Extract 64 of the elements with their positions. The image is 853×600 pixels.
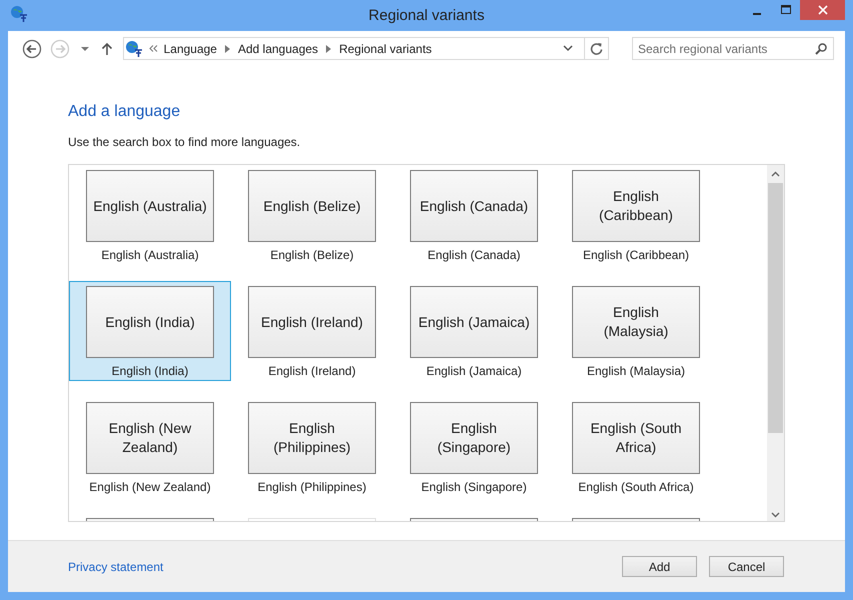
dialog-button[interactable]: Cancel <box>709 556 784 577</box>
search-icon <box>815 43 827 55</box>
up-arrow-icon <box>100 42 113 56</box>
language-tile[interactable]: English (Belize) <box>248 170 376 242</box>
globe-icon <box>124 40 143 58</box>
language-item[interactable]: English (Ireland) English (Ireland) <box>231 281 393 381</box>
breadcrumb-arrow-icon <box>224 44 230 52</box>
chevrons-icon <box>148 45 158 52</box>
breadcrumb[interactable]: Add languages <box>238 42 318 56</box>
language-tile[interactable]: English (Ireland) <box>248 286 376 358</box>
close-icon <box>818 5 828 15</box>
scroll-up-icon[interactable] <box>771 171 780 177</box>
language-item[interactable]: English (Malaysia) English (Malaysia) <box>555 281 717 381</box>
page-heading: Add a language <box>68 103 182 121</box>
language-caption: English (South Africa) <box>578 480 694 494</box>
globe-icon <box>10 4 28 22</box>
search-field[interactable]: Search regional variants <box>632 37 834 60</box>
language-item[interactable]: English (Jamaica) English (Jamaica) <box>393 281 555 381</box>
language-caption: English (Ireland) <box>268 364 356 378</box>
language-tile[interactable]: English (Canada) <box>410 170 538 242</box>
close-button[interactable] <box>800 0 845 20</box>
language-caption: English (India) <box>112 364 188 378</box>
language-caption: English (Canada) <box>428 248 520 262</box>
language-tile[interactable]: English (Malaysia) <box>572 286 700 358</box>
address-bar[interactable]: Language Add languages Regional variants <box>122 37 609 60</box>
language-item[interactable]: English (Caribbean) English (Caribbean) <box>555 165 717 265</box>
language-tile[interactable]: English (Philippines) <box>248 402 376 474</box>
scrollbar[interactable] <box>767 165 784 521</box>
language-tile[interactable]: English (Caribbean) <box>572 170 700 242</box>
maximize-icon <box>780 5 790 15</box>
window-title: Regional variants <box>368 7 484 24</box>
language-tile[interactable]: English (Singapore) <box>410 402 538 474</box>
minimize-icon <box>752 13 760 15</box>
language-tile[interactable]: English (South Africa) <box>572 402 700 474</box>
language-tile[interactable]: English (Australia) <box>86 170 214 242</box>
dialog-button[interactable]: Add <box>622 556 697 577</box>
privacy-link[interactable]: Privacy statement <box>68 560 164 574</box>
breadcrumb[interactable]: Regional variants <box>339 42 432 56</box>
language-caption: English (Australia) <box>101 248 199 262</box>
instruction-text: Use the search box to find more languages. <box>68 135 302 149</box>
language-item[interactable]: English (Belize) English (Belize) <box>231 165 393 265</box>
language-caption: English (Caribbean) <box>582 248 690 262</box>
breadcrumb[interactable]: Language <box>164 42 217 56</box>
language-caption: English (New Zealand) <box>89 480 211 494</box>
language-tile[interactable]: English (New Zealand) <box>86 402 214 474</box>
language-caption: English (Singapore) <box>421 480 527 494</box>
breadcrumb-arrow-icon <box>326 44 332 52</box>
language-caption: English (Malaysia) <box>586 364 686 378</box>
language-item[interactable]: English (Australia) English (Australia) <box>69 165 231 265</box>
language-item[interactable]: English (India) English (India) <box>69 281 231 381</box>
language-item[interactable]: English (Philippines) English (Philippines) <box>231 397 393 497</box>
language-item[interactable]: English (Canada) English (Canada) <box>393 165 555 265</box>
language-item[interactable]: English (Singapore) English (Singapore) <box>393 397 555 497</box>
caret-icon <box>80 46 89 52</box>
scroll-down-icon[interactable] <box>771 512 780 518</box>
language-caption: English (Jamaica) <box>426 364 522 378</box>
language-item[interactable]: English (South Africa) English (South Africa) <box>555 397 717 497</box>
language-tile[interactable]: English (Jamaica) <box>410 286 538 358</box>
refresh-icon <box>590 42 603 55</box>
language-item[interactable]: English (New Zealand) English (New Zealand) <box>69 397 231 497</box>
language-caption: English (Philippines) <box>258 480 366 494</box>
chevron-down-icon <box>563 45 573 52</box>
language-tile[interactable]: English (India) <box>86 286 214 358</box>
language-caption: English (Belize) <box>270 248 354 262</box>
